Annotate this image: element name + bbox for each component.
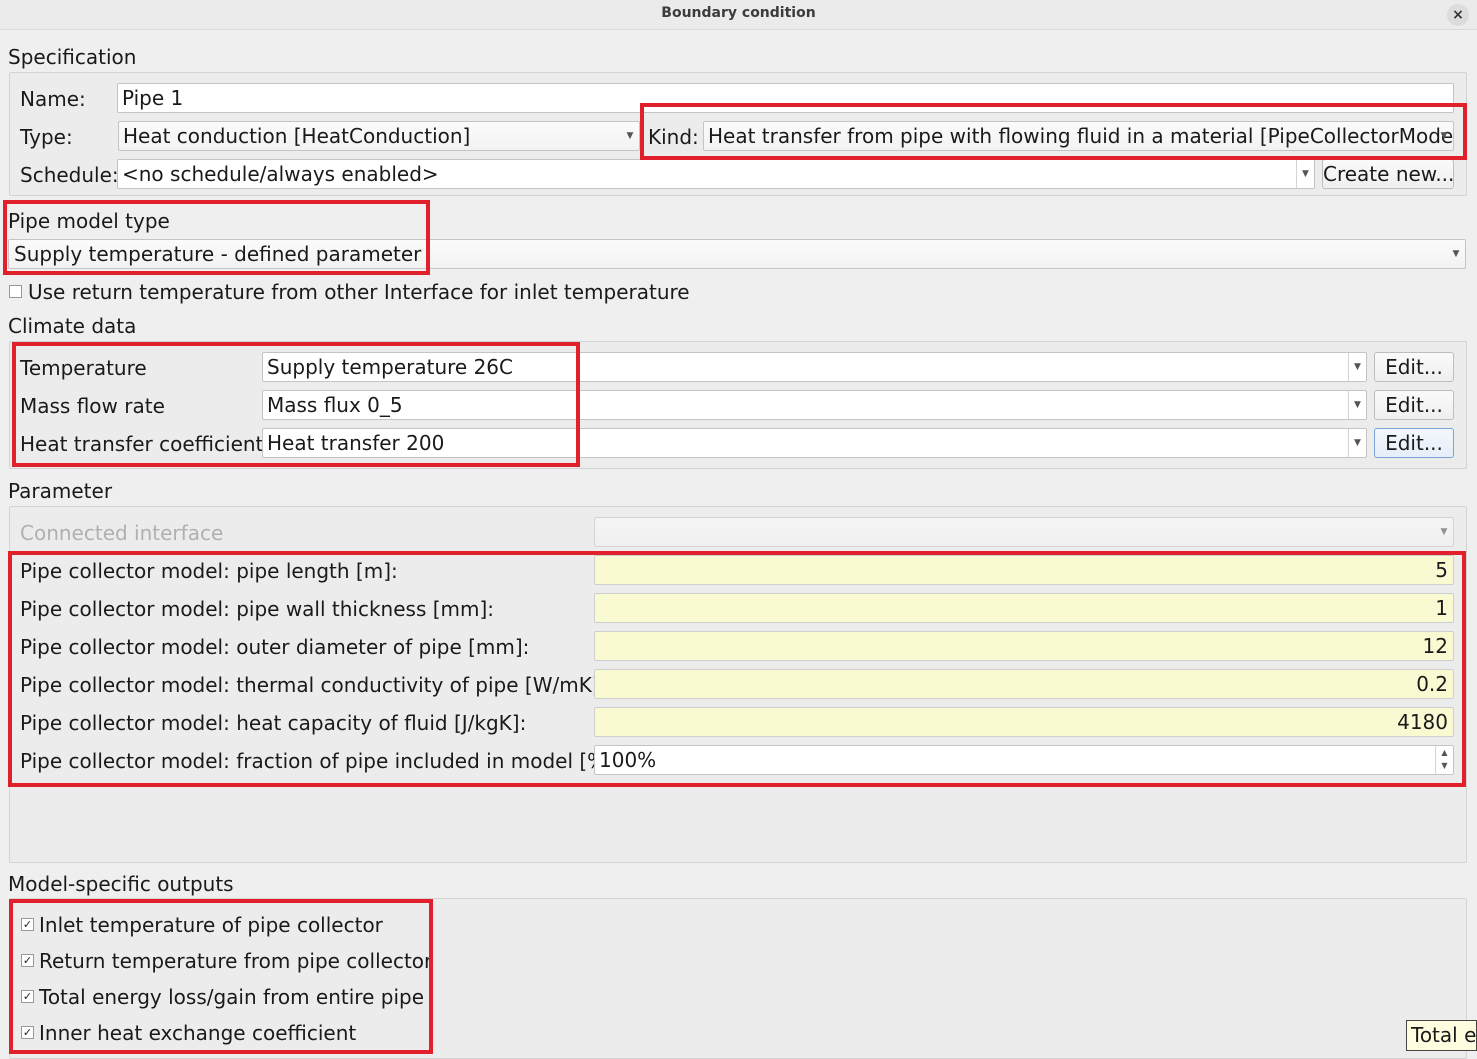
return-temp-checkbox-label: Use return temperature from other Interf… (28, 280, 690, 304)
chevron-down-icon: ▼ (626, 131, 634, 141)
connected-interface-select: ▼ (594, 517, 1454, 547)
outputs-heading: Model-specific outputs (8, 872, 234, 896)
chevron-down-icon: ▼ (1452, 249, 1460, 259)
schedule-label: Schedule: (20, 163, 119, 187)
highlight-pipe-model (3, 200, 430, 275)
close-icon[interactable]: × (1447, 4, 1469, 26)
chevron-down-icon: ▼ (1296, 160, 1314, 188)
specification-heading: Specification (8, 45, 137, 69)
heat-transfer-edit-button[interactable]: Edit... (1374, 428, 1454, 458)
chevron-down-icon: ▼ (1348, 429, 1366, 457)
highlight-outputs (9, 899, 433, 1054)
chevron-down-icon: ▼ (1348, 391, 1366, 419)
climate-heading: Climate data (8, 314, 137, 338)
window-title: Boundary condition (661, 5, 816, 21)
type-select[interactable]: Heat conduction [HeatConduction] ▼ (118, 121, 640, 151)
temperature-edit-button[interactable]: Edit... (1374, 352, 1454, 382)
title-bar: Boundary condition × (0, 0, 1477, 30)
type-label: Type: (20, 125, 73, 149)
schedule-select[interactable]: <no schedule/always enabled> ▼ (117, 159, 1315, 189)
highlight-parameters (8, 551, 1466, 787)
parameter-heading: Parameter (8, 479, 113, 503)
chevron-down-icon: ▼ (1348, 353, 1366, 381)
chevron-down-icon: ▼ (1440, 527, 1448, 537)
highlight-kind (640, 103, 1467, 160)
tooltip: Total er (1406, 1020, 1477, 1051)
name-label: Name: (20, 87, 86, 111)
highlight-climate (12, 342, 580, 467)
create-new-button[interactable]: Create new... (1322, 159, 1454, 189)
schedule-select-value: <no schedule/always enabled> (122, 162, 439, 186)
mass-flow-edit-button[interactable]: Edit... (1374, 390, 1454, 420)
type-select-value: Heat conduction [HeatConduction] (123, 124, 471, 148)
return-temp-checkbox[interactable] (9, 285, 22, 298)
connected-interface-label: Connected interface (20, 521, 224, 545)
